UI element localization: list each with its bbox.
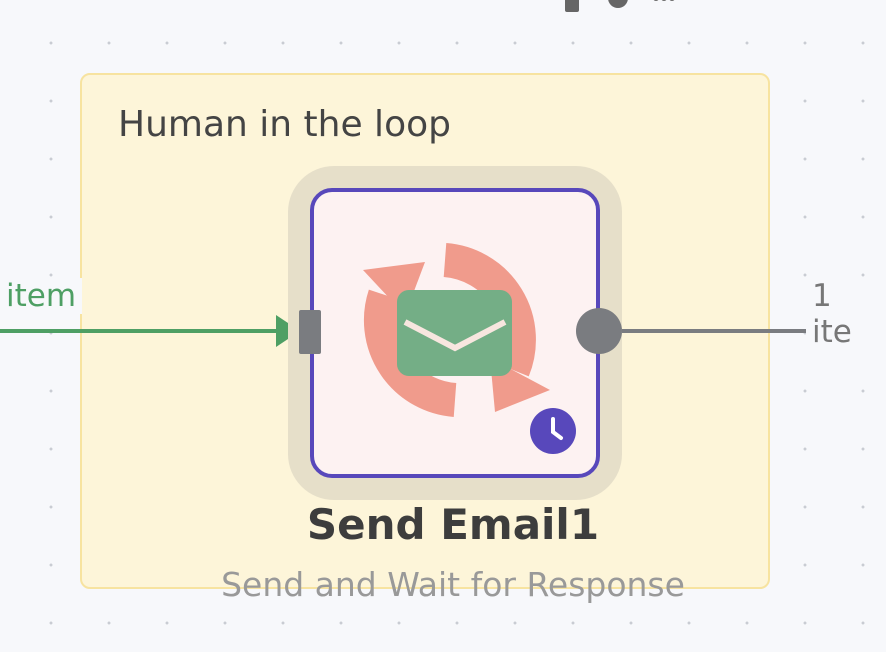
node-subtitle: Send and Wait for Response (221, 565, 685, 604)
node-hover-toolbar (560, 0, 676, 12)
input-connection[interactable] (0, 329, 282, 333)
email-send-wait-icon (363, 243, 550, 417)
delete-icon[interactable] (560, 0, 584, 12)
sticky-note-title: Human in the loop (118, 104, 451, 145)
output-handle[interactable] (576, 308, 622, 354)
sticky-icon[interactable] (606, 0, 630, 12)
node-title[interactable]: Send Email1 (200, 500, 706, 549)
more-options-icon[interactable] (652, 0, 676, 12)
input-handle[interactable] (299, 310, 321, 354)
clock-icon (530, 408, 576, 454)
output-item-count: 1 ite (806, 278, 886, 350)
input-item-count: item (0, 278, 83, 314)
